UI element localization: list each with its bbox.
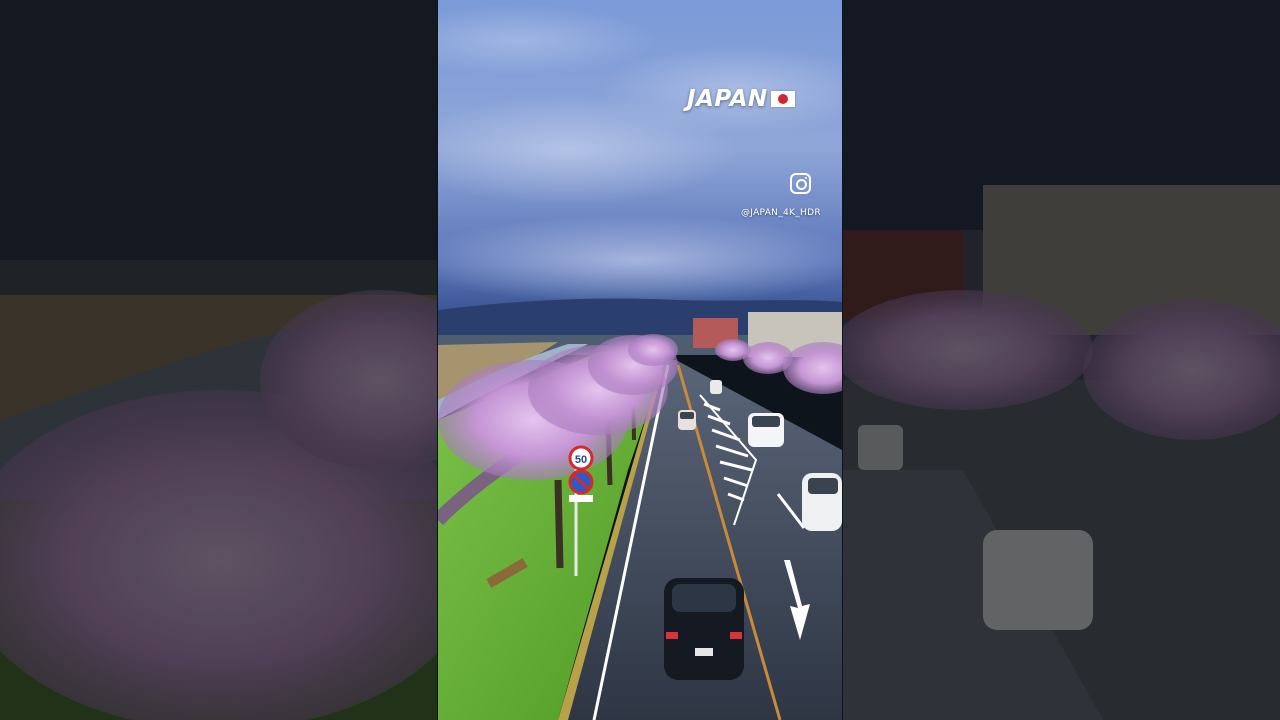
cherry-trees-right (715, 339, 842, 394)
instagram-icon[interactable] (790, 173, 811, 194)
right-blurred-panel (843, 0, 1280, 720)
car-black (664, 578, 744, 680)
car-distant (710, 380, 722, 394)
japan-flag-icon (770, 91, 795, 107)
car-small (678, 410, 696, 430)
left-blurred-panel (0, 0, 437, 720)
video-title: JAPAN (687, 86, 768, 112)
svg-text:50: 50 (575, 454, 587, 466)
van-white (748, 413, 784, 447)
instagram-handle[interactable]: @JAPAN_4K_HDR (741, 208, 821, 218)
car-white-right (802, 473, 842, 531)
video-title-overlay: JAPAN (687, 86, 795, 112)
